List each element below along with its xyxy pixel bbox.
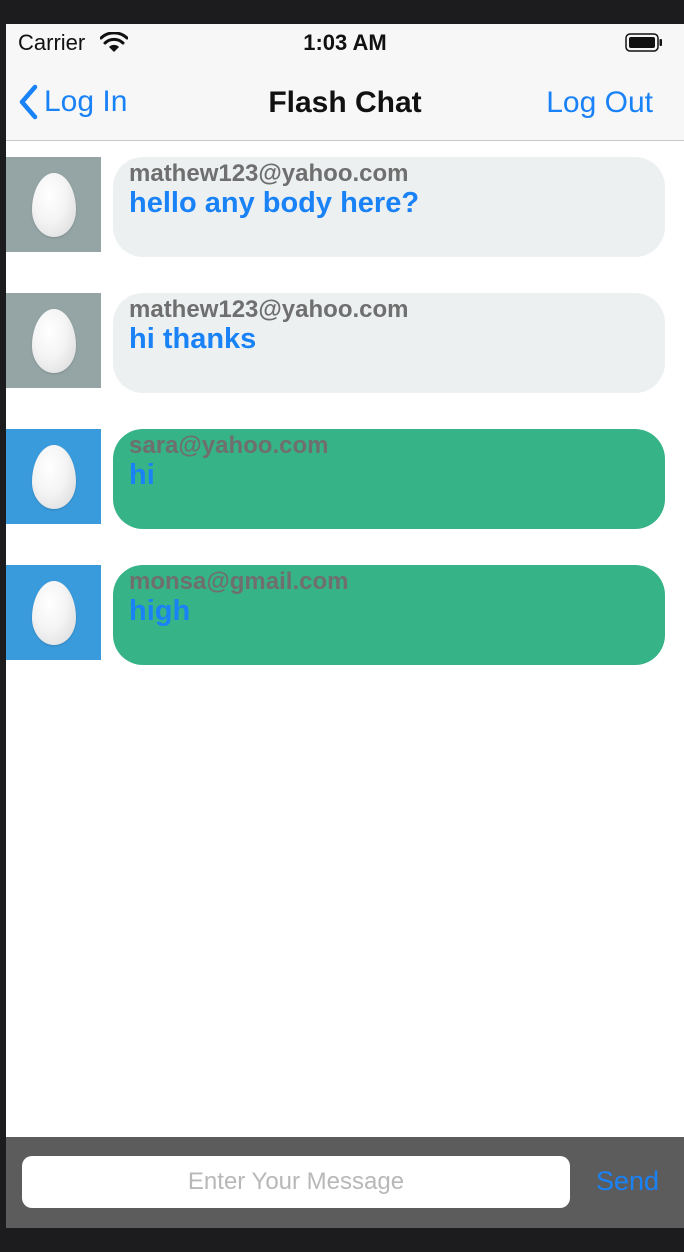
status-time: 1:03 AM xyxy=(303,30,387,55)
avatar xyxy=(6,565,101,660)
message-text: hi xyxy=(129,459,155,491)
logout-button[interactable]: Log Out xyxy=(546,86,653,120)
battery-icon xyxy=(625,33,663,52)
egg-icon xyxy=(31,172,76,237)
message-sender: mathew123@yahoo.com xyxy=(129,160,409,187)
send-button[interactable]: Send xyxy=(596,1166,659,1197)
message-bubble: mathew123@yahoo.com hello any body here? xyxy=(113,157,665,257)
message-sender: monsa@gmail.com xyxy=(129,568,349,595)
message-sender: mathew123@yahoo.com xyxy=(129,296,409,323)
message-composer: Send xyxy=(6,1137,684,1228)
navigation-bar: Log In Flash Chat Log Out xyxy=(6,62,684,141)
message-list[interactable]: mathew123@yahoo.com hello any body here?… xyxy=(6,141,684,1137)
message-row: monsa@gmail.com high xyxy=(6,549,684,665)
message-row: sara@yahoo.com hi xyxy=(6,413,684,529)
message-text: hello any body here? xyxy=(129,187,420,219)
message-bubble: monsa@gmail.com high xyxy=(113,565,665,665)
message-row: mathew123@yahoo.com hi thanks xyxy=(6,277,684,393)
egg-icon xyxy=(31,308,76,373)
avatar xyxy=(6,429,101,524)
avatar xyxy=(6,157,101,252)
status-bar: Carrier 1:03 AM xyxy=(6,24,684,62)
message-bubble: mathew123@yahoo.com hi thanks xyxy=(113,293,665,393)
message-text: high xyxy=(129,595,191,627)
egg-icon xyxy=(31,444,76,509)
message-sender: sara@yahoo.com xyxy=(129,432,329,459)
message-text: hi thanks xyxy=(129,323,257,355)
avatar xyxy=(6,293,101,388)
message-bubble: sara@yahoo.com hi xyxy=(113,429,665,529)
egg-icon xyxy=(31,580,76,645)
app-screen: Carrier 1:03 AM Log In Flash Chat Log Ou xyxy=(6,24,684,1228)
message-row: mathew123@yahoo.com hello any body here? xyxy=(6,141,684,257)
message-input[interactable] xyxy=(22,1156,570,1208)
